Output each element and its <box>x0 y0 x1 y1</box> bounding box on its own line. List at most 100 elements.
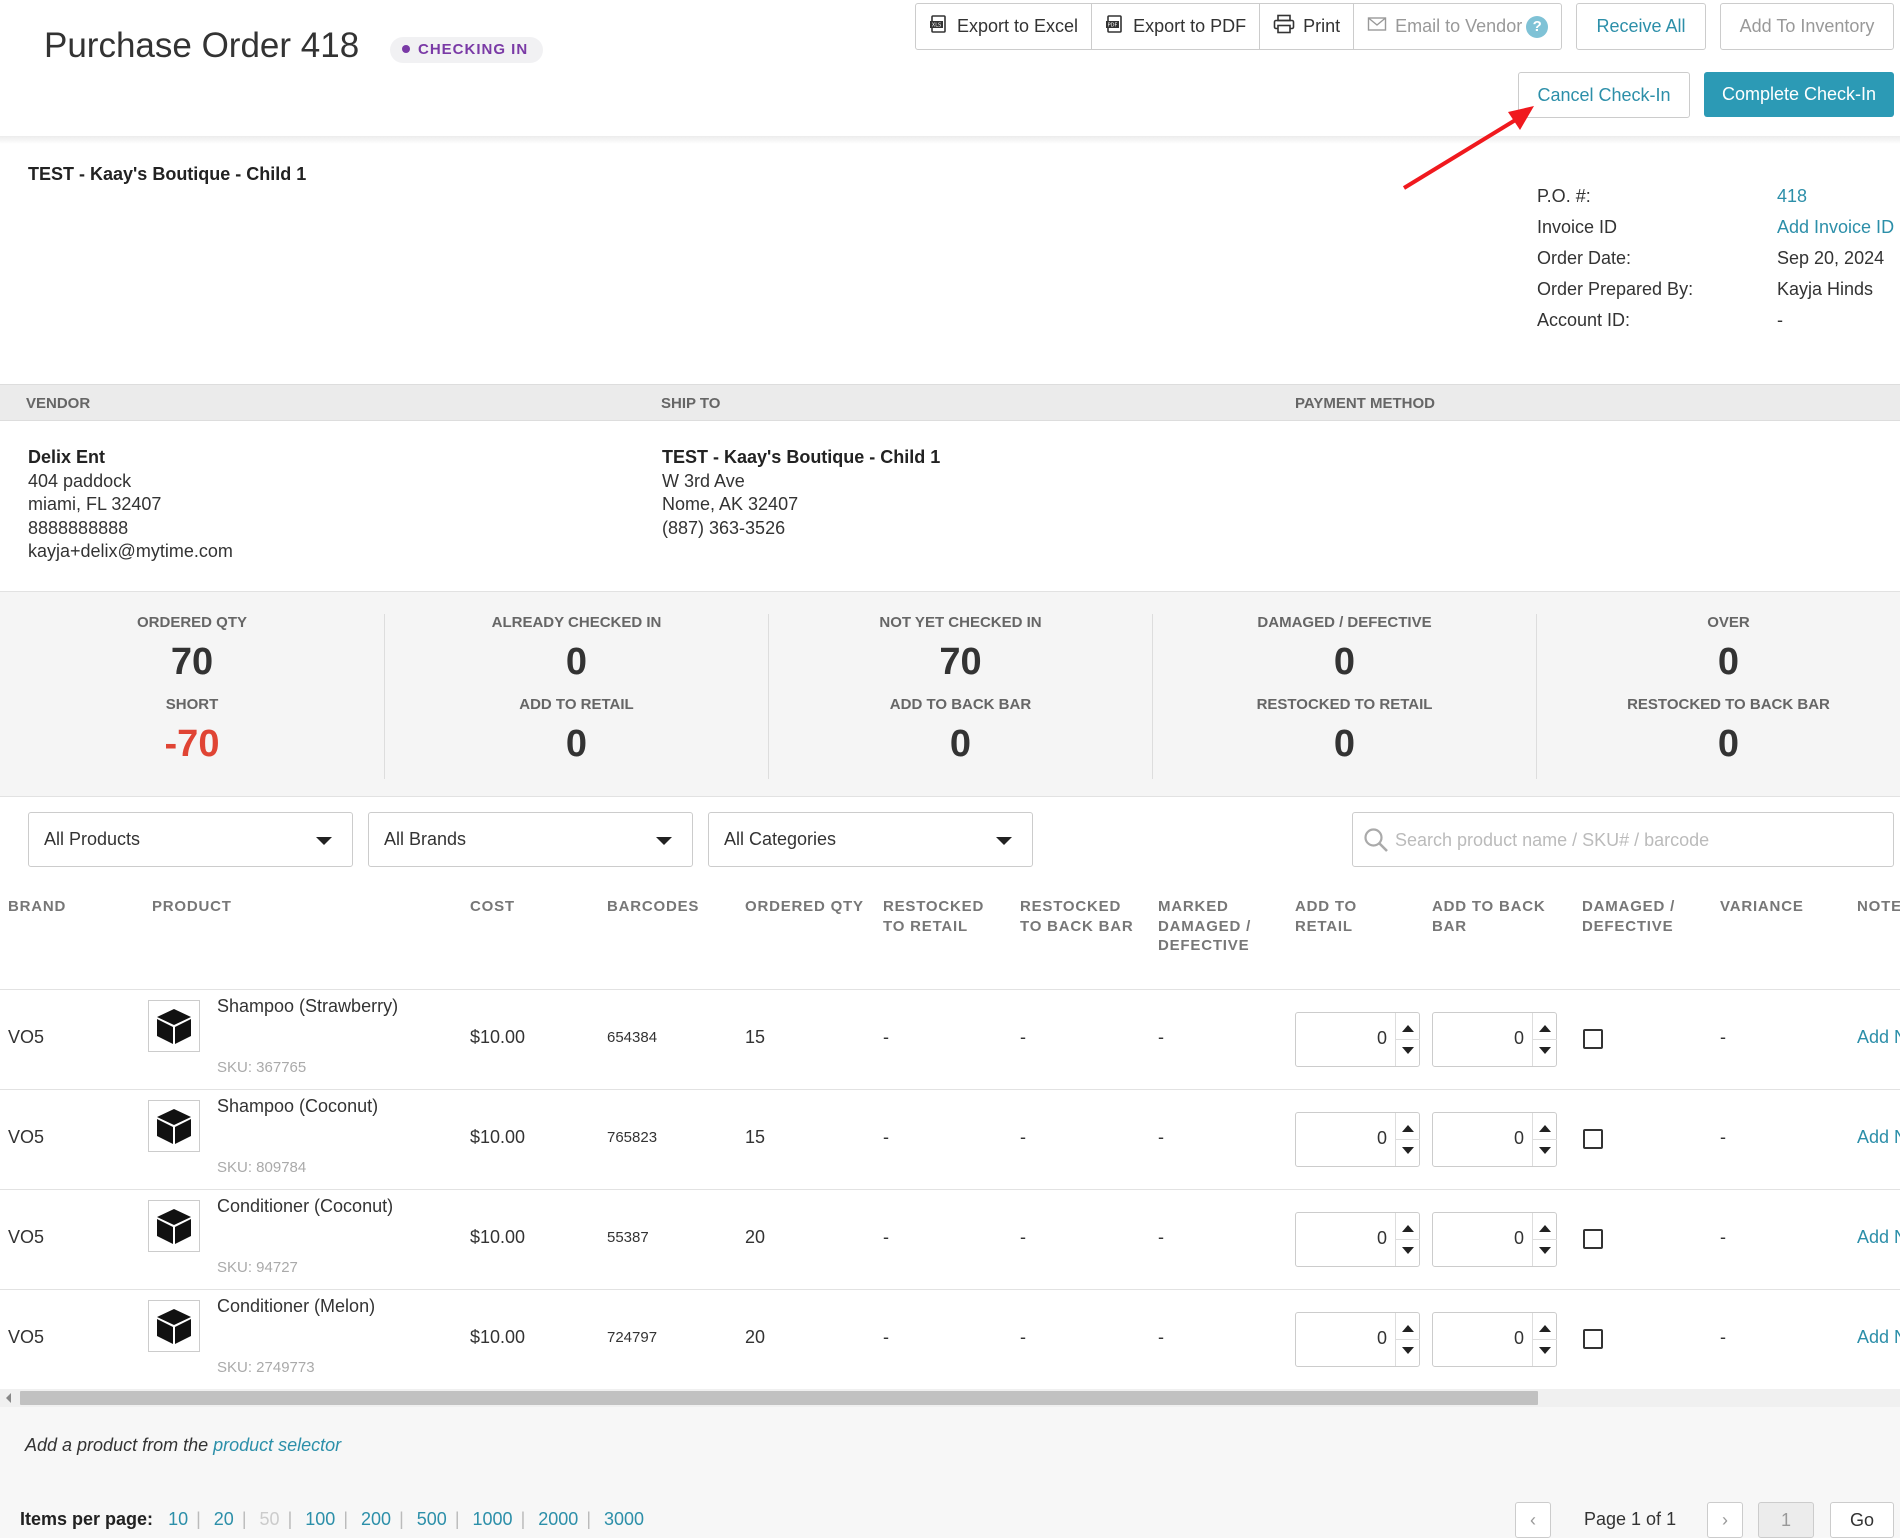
vendor-street: 404 paddock <box>28 470 132 491</box>
search-input[interactable] <box>1393 825 1873 855</box>
damaged-checkbox[interactable] <box>1583 1129 1603 1149</box>
page-size-option[interactable]: 100 <box>305 1509 335 1529</box>
row-restocked-back-bar: - <box>1020 1227 1026 1247</box>
next-page-button[interactable]: › <box>1707 1502 1743 1538</box>
page-size-option[interactable]: 10 <box>168 1509 188 1529</box>
product-name-link[interactable]: Shampoo (Coconut) <box>217 1096 378 1117</box>
increment-arrow-icon[interactable] <box>1402 1225 1414 1232</box>
email-vendor-button[interactable]: Email to Vendor? <box>1354 4 1561 49</box>
col-notes[interactable]: NOTE <box>1857 897 1900 917</box>
decrement-arrow-icon[interactable] <box>1539 1247 1551 1254</box>
account-id-row: Account ID: - <box>1537 310 1897 341</box>
page-size-option[interactable]: 200 <box>361 1509 391 1529</box>
scrollbar-thumb[interactable] <box>20 1391 1538 1405</box>
decrement-arrow-icon[interactable] <box>1402 1247 1414 1254</box>
col-barcodes[interactable]: BARCODES <box>607 897 699 917</box>
col-restocked-back-bar[interactable]: RESTOCKED TO BACK BAR <box>1020 897 1134 936</box>
increment-arrow-icon[interactable] <box>1402 1125 1414 1132</box>
stepper-spinner <box>1395 1013 1420 1066</box>
chevron-down-icon <box>996 837 1012 845</box>
col-ordered-qty[interactable]: ORDERED QTY <box>745 897 864 917</box>
product-selector-link[interactable]: product selector <box>213 1435 341 1455</box>
add-to-inventory-button[interactable]: Add To Inventory <box>1720 3 1894 50</box>
add-invoice-id-link[interactable]: Add Invoice ID <box>1777 217 1894 238</box>
add-to-retail-stepper[interactable]: 0 <box>1295 1012 1420 1067</box>
add-to-retail-stepper[interactable]: 0 <box>1295 1112 1420 1167</box>
add-to-back-bar-stepper[interactable]: 0 <box>1432 1112 1557 1167</box>
add-note-link[interactable]: Add N <box>1857 1027 1900 1048</box>
add-to-back-bar-stepper[interactable]: 0 <box>1432 1312 1557 1367</box>
receive-all-button[interactable]: Receive All <box>1576 3 1706 50</box>
add-note-link[interactable]: Add N <box>1857 1327 1900 1348</box>
scroll-left-arrow-icon[interactable] <box>6 1393 11 1403</box>
export-excel-button[interactable]: XLS Export to Excel <box>916 4 1093 49</box>
order-date-label: Order Date: <box>1537 248 1632 268</box>
add-to-retail-stepper[interactable]: 0 <box>1295 1212 1420 1267</box>
decrement-arrow-icon[interactable] <box>1402 1147 1414 1154</box>
categories-filter-dropdown[interactable]: All Categories <box>708 812 1033 867</box>
vendor-city: miami, FL 32407 <box>28 494 162 514</box>
page-size-option[interactable]: 3000 <box>604 1509 644 1529</box>
increment-arrow-icon[interactable] <box>1402 1025 1414 1032</box>
add-to-retail-stepper[interactable]: 0 <box>1295 1312 1420 1367</box>
add-to-back-bar-stepper[interactable]: 0 <box>1432 1012 1557 1067</box>
col-damaged-defective[interactable]: DAMAGED / DEFECTIVE <box>1582 897 1675 936</box>
page-number-input[interactable]: 1 <box>1758 1502 1814 1538</box>
page-size-option[interactable]: 1000 <box>473 1509 513 1529</box>
prev-page-button[interactable]: ‹ <box>1515 1502 1551 1538</box>
col-restocked-retail[interactable]: RESTOCKED TO RETAIL <box>883 897 984 936</box>
chevron-down-icon <box>656 837 672 845</box>
col-add-to-back-bar[interactable]: ADD TO BACK BAR <box>1432 897 1546 936</box>
payment-method-heading: PAYMENT METHOD <box>1295 395 1436 412</box>
row-marked-damaged: - <box>1158 1327 1164 1347</box>
product-name-link[interactable]: Conditioner (Coconut) <box>217 1196 393 1217</box>
export-pdf-button[interactable]: PDF Export to PDF <box>1092 4 1261 49</box>
increment-arrow-icon[interactable] <box>1539 1125 1551 1132</box>
increment-arrow-icon[interactable] <box>1539 1025 1551 1032</box>
increment-arrow-icon[interactable] <box>1539 1225 1551 1232</box>
go-button[interactable]: Go <box>1830 1502 1894 1538</box>
add-to-back-bar-label: ADD TO BACK BAR <box>889 696 1032 713</box>
col-cost[interactable]: COST <box>470 897 515 917</box>
add-to-back-bar-stepper[interactable]: 0 <box>1432 1212 1557 1267</box>
po-info: P.O. #: 418 Invoice ID Add Invoice ID Orde… <box>1537 186 1897 341</box>
damaged-checkbox[interactable] <box>1583 1029 1603 1049</box>
brands-filter-dropdown[interactable]: All Brands <box>368 812 693 867</box>
col-product[interactable]: PRODUCT <box>152 897 232 917</box>
increment-arrow-icon[interactable] <box>1539 1325 1551 1332</box>
decrement-arrow-icon[interactable] <box>1539 1347 1551 1354</box>
stepper-spinner <box>1395 1213 1420 1266</box>
print-button[interactable]: Print <box>1260 4 1355 49</box>
po-number-link[interactable]: 418 <box>1777 186 1807 207</box>
help-icon[interactable]: ? <box>1526 15 1549 38</box>
products-filter-dropdown[interactable]: All Products <box>28 812 353 867</box>
col-add-to-retail[interactable]: ADD TO RETAIL <box>1295 897 1357 936</box>
complete-checkin-button[interactable]: Complete Check-In <box>1704 72 1894 117</box>
col-marked-damaged[interactable]: MARKED DAMAGED / DEFECTIVE <box>1158 897 1251 956</box>
col-brand[interactable]: BRAND <box>8 897 66 917</box>
add-product-hint: Add a product from the product selector <box>25 1435 341 1456</box>
damaged-checkbox[interactable] <box>1583 1329 1603 1349</box>
decrement-arrow-icon[interactable] <box>1539 1047 1551 1054</box>
page-size-option[interactable]: 20 <box>214 1509 234 1529</box>
product-sku: SKU: 94727 <box>217 1259 298 1276</box>
product-search <box>1352 812 1894 867</box>
row-ordered-qty: 20 <box>745 1327 766 1347</box>
status-dot-icon <box>402 45 410 53</box>
horizontal-scrollbar[interactable] <box>0 1389 1900 1407</box>
product-name-link[interactable]: Conditioner (Melon) <box>217 1296 375 1317</box>
col-restocked-back-line1: RESTOCKED <box>1020 898 1122 915</box>
add-note-link[interactable]: Add N <box>1857 1127 1900 1148</box>
page-size-option[interactable]: 500 <box>417 1509 447 1529</box>
items-per-page: Items per page: 10 | 20 | 50 | 100 | 200 | 50… <box>20 1509 645 1529</box>
increment-arrow-icon[interactable] <box>1402 1325 1414 1332</box>
decrement-arrow-icon[interactable] <box>1402 1047 1414 1054</box>
stepper-spinner <box>1395 1313 1420 1366</box>
decrement-arrow-icon[interactable] <box>1539 1147 1551 1154</box>
page-size-option[interactable]: 2000 <box>538 1509 578 1529</box>
col-variance[interactable]: VARIANCE <box>1720 897 1804 917</box>
decrement-arrow-icon[interactable] <box>1402 1347 1414 1354</box>
product-name-link[interactable]: Shampoo (Strawberry) <box>217 996 398 1017</box>
damaged-checkbox[interactable] <box>1583 1229 1603 1249</box>
add-note-link[interactable]: Add N <box>1857 1227 1900 1248</box>
